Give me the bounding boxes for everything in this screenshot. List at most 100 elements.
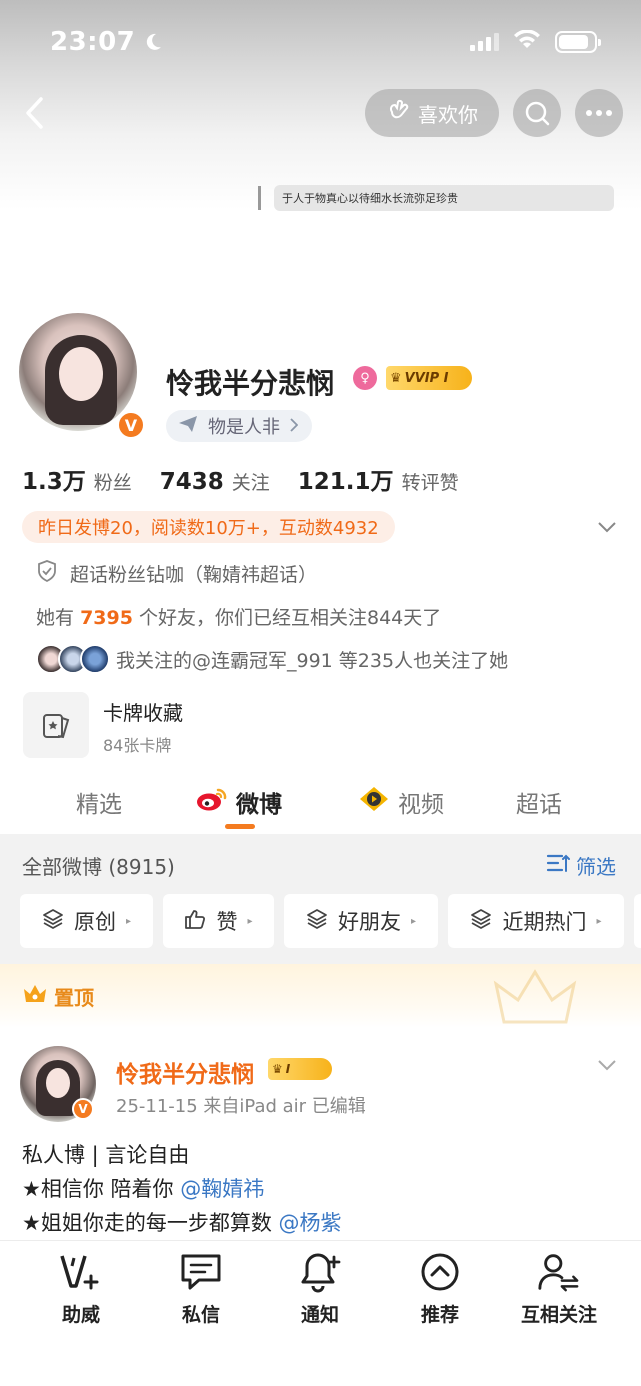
crown-icon: ♛ [272,1062,283,1076]
thumbs-up-icon [184,908,206,935]
post-text-line: ★姐姐你走的每一步都算数 @杨紫 [22,1207,342,1237]
friends-info: 她有 7395 个好友，你们已经互相关注844天了 [36,603,441,630]
expand-chevron-icon[interactable] [596,516,618,538]
filter-button[interactable]: 筛选 [546,851,616,880]
more-button[interactable] [575,89,623,137]
card-collection-count: 84张卡牌 [103,736,172,755]
tab-weibo[interactable]: 微博 [196,785,282,819]
post-author-name[interactable]: 怜我半分悲悯 [116,1055,254,1089]
location-label: 物是人非 [208,417,280,438]
stat-label: 转评赞 [401,472,459,494]
wifi-icon [513,29,541,54]
bottom-nav-label: 通知 [300,1304,339,1326]
profile-avatar[interactable]: V [16,310,148,442]
post-vip-badge[interactable]: ♛ I [268,1058,332,1080]
post-text: ★相信你 陪着你 [22,1177,174,1201]
pinned-text: 置顶 [54,986,94,1010]
motto-divider [258,186,261,210]
chip-label: 好朋友 [337,910,401,934]
recommend-icon [418,1250,462,1294]
location-chip[interactable]: 物是人非 [166,410,312,442]
profile-motto: 于人于物真心以待细水长流弥足珍贵 [258,184,614,212]
tab-supertopic[interactable]: 超话 [516,785,562,819]
status-bar: 23:07 [0,0,641,84]
bottom-nav-label: 互相关注 [520,1304,597,1326]
mutual-follow-text: 我关注的@连霸冠军_991 等235人也关注了她 [116,649,509,672]
crown-icon [22,983,48,1010]
tab-label: 微博 [236,792,282,818]
back-button[interactable] [18,96,52,130]
mention-link[interactable]: @杨紫 [279,1211,342,1235]
shield-icon [36,559,58,588]
mention-link[interactable]: @鞠婧祎 [180,1177,264,1201]
moon-icon [143,32,163,52]
chip-original[interactable]: 原创 ▸ [20,894,153,948]
tab-label: 视频 [398,792,444,818]
notify-button[interactable]: 通知 [270,1250,370,1327]
cheer-button[interactable]: 助威 [31,1250,131,1327]
mutual-avatars [36,644,110,674]
gender-female-icon: ♀ [353,366,377,390]
chevron-right-icon [290,416,299,437]
stat-value: 121.1万 [297,469,394,495]
status-time: 23:07 [50,27,136,57]
more-icon [586,110,612,116]
chip-liked[interactable]: 赞 ▸ [163,894,274,948]
chip-good-friends[interactable]: 好朋友 ▸ [284,894,438,948]
video-icon [358,786,390,818]
stat-value: 7438 [159,469,224,495]
stat-following[interactable]: 7438 关注 [160,468,270,495]
friends-count: 7395 [80,607,133,629]
tab-featured[interactable]: 精选 [76,785,122,819]
stat-interactions[interactable]: 121.1万 转评赞 [298,462,459,496]
post-text-line: ★相信你 陪着你 @鞠婧祎 [22,1173,264,1203]
tab-label: 精选 [76,792,122,818]
search-button[interactable] [513,89,561,137]
stat-followers[interactable]: 1.3万 粉丝 [22,462,132,496]
chip-trending[interactable]: 近期热门 ▸ [448,894,624,948]
recommend-button[interactable]: 推荐 [390,1250,490,1327]
message-button[interactable]: 私信 [151,1250,251,1327]
verified-badge: V [116,410,146,440]
signal-icon [470,33,499,51]
profile-name: 怜我半分悲悯 [166,367,335,400]
crown-watermark-icon [490,966,580,1028]
supertopic-fan-level[interactable]: 超话粉丝钻咖（鞠婧祎超话） [36,559,317,588]
avatar [80,644,110,674]
search-icon [525,101,550,126]
post-options-chevron-icon[interactable] [596,1054,618,1076]
bottom-nav-label: 私信 [181,1304,220,1326]
vip-level: I [285,1062,291,1076]
card-collection-title[interactable]: 卡牌收藏 [103,697,183,726]
mutual-follow-info[interactable]: 我关注的@连霸冠军_991 等235人也关注了她 [36,644,508,674]
stat-label: 粉丝 [93,472,132,494]
post-meta: 25-11-15 来自iPad air 已编辑 [116,1096,366,1117]
verified-badge: V [72,1098,94,1120]
crown-icon: ♛ [390,370,402,386]
filter-label: 筛选 [576,855,616,879]
profile-stats: 1.3万 粉丝 7438 关注 121.1万 转评赞 [22,462,487,496]
mutual-follow-icon [537,1250,581,1294]
send-icon [178,415,198,438]
caret-right-icon: ▸ [596,915,602,927]
vvip-badge[interactable]: ♛ VVIP I [386,366,472,390]
friends-prefix: 她有 [36,607,75,629]
activity-summary[interactable]: 昨日发博20，阅读数10万+，互动数4932 [22,511,395,543]
post-text: ★姐姐你走的每一步都算数 [22,1211,272,1235]
mutual-follow-button[interactable]: 互相关注 [509,1250,609,1327]
friends-suffix: 个好友，你们已经互相关注844天了 [139,607,442,629]
caret-right-icon: ▸ [247,915,253,927]
chevron-left-icon [26,97,43,129]
bell-icon [298,1250,342,1294]
like-her-label: 喜欢你 [418,102,478,127]
card-collection-icon[interactable] [23,692,89,758]
like-her-button[interactable]: 喜欢你 [365,89,499,137]
active-tab-indicator [225,824,255,829]
pinned-label: 置顶 [22,982,94,1011]
caret-right-icon: ▸ [410,915,417,927]
chip-overflow[interactable] [634,894,641,948]
tab-video[interactable]: 视频 [358,785,444,819]
layers-icon [470,908,492,935]
message-icon [179,1250,223,1294]
all-posts-count: 全部微博 (8915) [22,855,175,879]
